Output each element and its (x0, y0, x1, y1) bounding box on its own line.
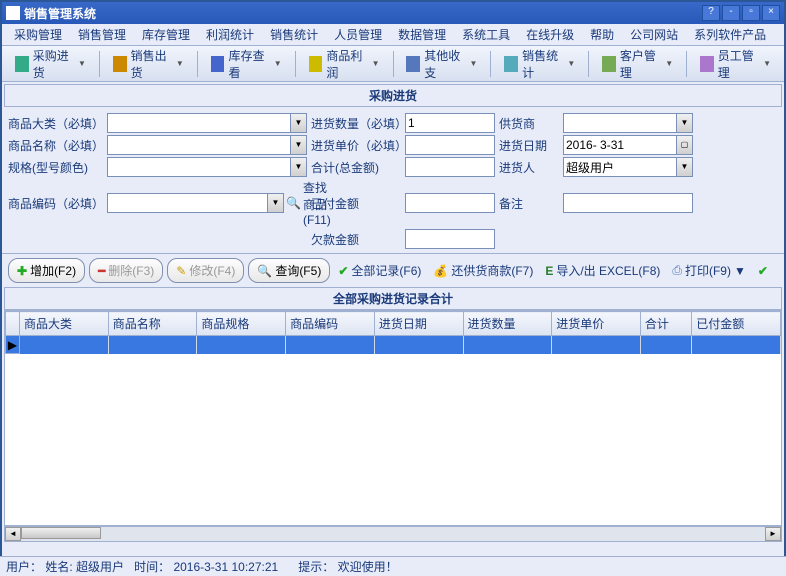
panel-title: 采购进货 (4, 84, 782, 107)
person-label: 进货人 (499, 159, 559, 176)
all-records-button[interactable]: ✔全部记录(F6) (334, 259, 425, 282)
supplier-combo[interactable]: ▼ (563, 113, 693, 133)
total-label: 合计(总金额) (311, 159, 401, 176)
category-label: 商品大类（必填） (8, 115, 103, 132)
return-payment-button[interactable]: 💰还供货商款(F7) (429, 259, 537, 282)
close-button[interactable]: × (762, 5, 780, 21)
price-label: 进货单价（必填） (311, 137, 401, 154)
quantity-label: 进货数量（必填） (311, 115, 401, 132)
chevron-down-icon[interactable]: ▼ (677, 157, 693, 177)
minus-icon: ━ (98, 264, 105, 278)
total-input[interactable] (405, 157, 495, 177)
tool-icon (15, 56, 29, 72)
toolbar-button[interactable]: 销售统计▼ (497, 42, 582, 86)
status-tip: 提示： 欢迎使用！ (298, 558, 397, 575)
paid-label: 已付金额 (311, 195, 401, 212)
tool-icon (602, 56, 616, 72)
toolbar-button[interactable]: 员工管理▼ (693, 42, 778, 86)
add-button[interactable]: ✚增加(F2) (8, 258, 85, 283)
search-icon: 🔍 (286, 196, 301, 210)
edit-button[interactable]: ✎修改(F4) (167, 258, 244, 283)
owe-input[interactable] (405, 229, 495, 249)
money-icon: 💰 (433, 264, 448, 278)
column-header[interactable]: 合计 (640, 312, 691, 336)
statusbar: 用户： 姓名: 超级用户 时间： 2016-3-31 10:27:21 提示： … (0, 556, 786, 576)
chevron-down-icon[interactable]: ▼ (677, 113, 693, 133)
pencil-icon: ✎ (176, 264, 186, 278)
titlebar: 销售管理系统 ? - ▫ × (2, 2, 784, 24)
price-input[interactable] (405, 135, 495, 155)
main-window: 销售管理系统 ? - ▫ × 采购管理销售管理库存管理利润统计销售统计人员管理数… (0, 0, 786, 562)
owe-label: 欠款金额 (311, 231, 401, 248)
name-combo[interactable]: ▼ (107, 135, 307, 155)
column-header[interactable]: 进货数量 (463, 312, 552, 336)
grid-title: 全部采购进货记录合计 (4, 287, 782, 310)
scroll-right-button[interactable]: ► (765, 527, 781, 541)
tool-icon (406, 56, 420, 72)
calendar-icon[interactable]: ▢ (677, 135, 693, 155)
column-header[interactable]: 进货日期 (374, 312, 463, 336)
tool-icon (211, 56, 225, 72)
code-combo[interactable]: ▼ (107, 193, 284, 213)
spec-label: 规格(型号颜色) (8, 159, 103, 176)
chevron-down-icon[interactable]: ▼ (291, 113, 307, 133)
scroll-left-button[interactable]: ◄ (5, 527, 21, 541)
spec-combo[interactable]: ▼ (107, 157, 307, 177)
excel-icon: E (545, 264, 553, 278)
category-combo[interactable]: ▼ (107, 113, 307, 133)
app-icon (6, 6, 20, 20)
table-row[interactable]: ▶ (6, 336, 781, 354)
delete-button[interactable]: ━删除(F3) (89, 258, 163, 283)
plus-icon: ✚ (17, 264, 27, 278)
toolbar-button[interactable]: 库存查看▼ (204, 42, 289, 86)
horizontal-scrollbar[interactable]: ◄ ► (4, 526, 782, 542)
restore-button[interactable]: ▫ (742, 5, 760, 21)
check-icon: ✔ (758, 264, 768, 278)
toolbar: 采购进货▼销售出货▼库存查看▼商品利润▼其他收支▼销售统计▼客户管理▼员工管理▼ (2, 46, 784, 82)
remark-input[interactable] (563, 193, 693, 213)
toolbar-button[interactable]: 销售出货▼ (106, 42, 191, 86)
actionbar: ✚增加(F2) ━删除(F3) ✎修改(F4) 🔍查询(F5) ✔全部记录(F6… (2, 253, 784, 287)
window-title: 销售管理系统 (24, 5, 702, 22)
column-header[interactable]: 商品规格 (197, 312, 286, 336)
print-icon: ⎙ (672, 263, 682, 278)
toolbar-button[interactable]: 采购进货▼ (8, 42, 93, 86)
quantity-input[interactable] (405, 113, 495, 133)
help-button[interactable]: ? (702, 5, 720, 21)
remark-label: 备注 (499, 195, 559, 212)
date-picker[interactable]: ▢ (563, 135, 693, 155)
form-area: 商品大类（必填） ▼ 进货数量（必填） 供货商 ▼ 商品名称（必填） ▼ 进货单… (2, 109, 784, 253)
scroll-thumb[interactable] (21, 527, 101, 539)
code-label: 商品编码（必填） (8, 195, 103, 212)
date-label: 进货日期 (499, 137, 559, 154)
chevron-down-icon[interactable]: ▼ (291, 157, 307, 177)
tool-icon (113, 56, 127, 72)
column-header[interactable]: 进货单价 (552, 312, 641, 336)
toolbar-button[interactable]: 客户管理▼ (595, 42, 680, 86)
supplier-label: 供货商 (499, 115, 559, 132)
toolbar-button[interactable]: 其他收支▼ (399, 42, 484, 86)
name-label: 商品名称（必填） (8, 137, 103, 154)
more-button[interactable]: ✔ (754, 261, 772, 281)
excel-button[interactable]: E导入/出 EXCEL(F8) (541, 259, 664, 282)
data-grid[interactable]: 商品大类商品名称商品规格商品编码进货日期进货数量进货单价合计已付金额 ▶ (4, 310, 782, 526)
query-button[interactable]: 🔍查询(F5) (248, 258, 330, 283)
check-icon: ✔ (338, 264, 348, 278)
person-combo[interactable]: ▼ (563, 157, 693, 177)
toolbar-button[interactable]: 商品利润▼ (302, 42, 387, 86)
tool-icon (309, 56, 323, 72)
column-header[interactable]: 已付金额 (692, 312, 781, 336)
status-user: 用户： 姓名: 超级用户 时间： 2016-3-31 10:27:21 (6, 558, 278, 575)
tool-icon (504, 56, 518, 72)
minimize-button[interactable]: - (722, 5, 740, 21)
search-icon: 🔍 (257, 264, 272, 278)
print-button[interactable]: ⎙打印(F9)▼ (668, 259, 750, 282)
column-header[interactable]: 商品编码 (286, 312, 375, 336)
paid-input[interactable] (405, 193, 495, 213)
chevron-down-icon[interactable]: ▼ (268, 193, 284, 213)
column-header[interactable]: 商品名称 (108, 312, 197, 336)
chevron-down-icon[interactable]: ▼ (291, 135, 307, 155)
column-header[interactable]: 商品大类 (20, 312, 109, 336)
tool-icon (700, 56, 714, 72)
